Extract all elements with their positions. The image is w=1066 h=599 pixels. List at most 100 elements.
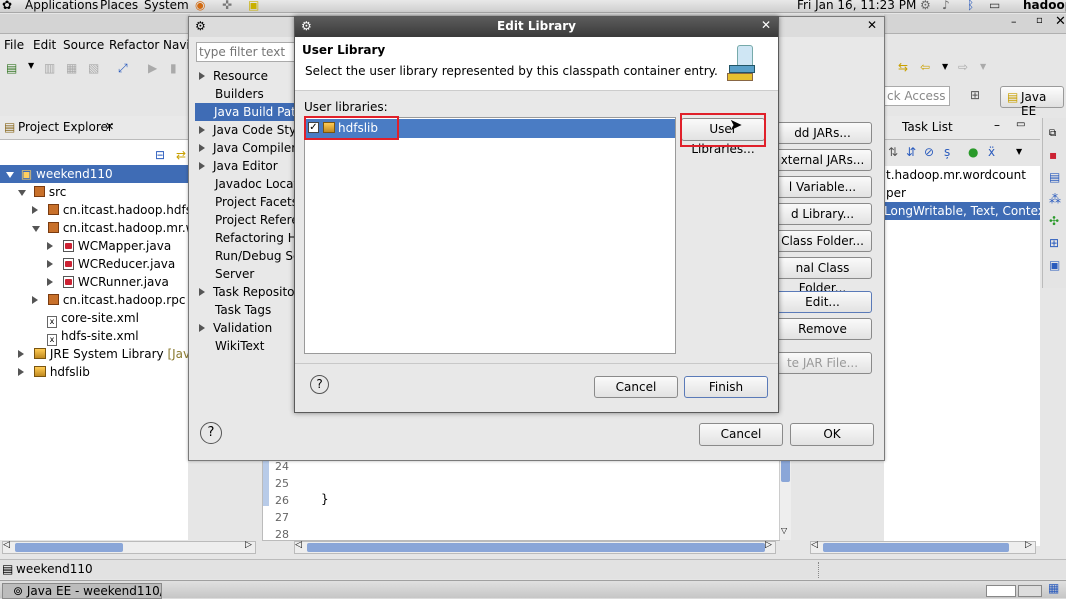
tree-hdfslib[interactable]: hdfslib bbox=[18, 363, 90, 381]
skip-breakpoints-icon[interactable]: ⤢ bbox=[118, 61, 128, 76]
remove-button[interactable]: Remove bbox=[773, 318, 872, 340]
system-menu[interactable]: System bbox=[144, 0, 189, 11]
workspace-2[interactable] bbox=[1018, 585, 1042, 597]
tree-file-hdfs-site[interactable]: x hdfs-site.xml bbox=[47, 327, 139, 346]
link-editor-icon[interactable]: ⇄ bbox=[176, 148, 186, 162]
open-perspective-icon[interactable]: ⊞ bbox=[970, 88, 980, 102]
scroll-right-icon[interactable]: ▷ bbox=[245, 540, 252, 550]
view-menu-icon[interactable]: ▼ bbox=[1016, 147, 1022, 156]
category-validation[interactable]: Validation bbox=[199, 319, 272, 337]
last-edit-icon[interactable]: ⇆ bbox=[898, 60, 908, 74]
tree-package-rpc[interactable]: cn.itcast.hadoop.rpc bbox=[32, 291, 185, 309]
category-java-editor[interactable]: Java Editor bbox=[199, 157, 278, 175]
chevron-down-icon[interactable]: ▼ bbox=[942, 62, 948, 71]
hide-local-types-icon[interactable]: ẍ bbox=[988, 145, 995, 159]
new-icon[interactable]: ▤ bbox=[6, 61, 17, 75]
editor-vscrollbar[interactable]: ▽ bbox=[779, 456, 791, 540]
tree-file-core-site[interactable]: x core-site.xml bbox=[47, 309, 139, 328]
tree-file-wcrunner[interactable]: WCRunner.java bbox=[47, 273, 169, 291]
expand-icon[interactable] bbox=[18, 190, 26, 196]
scroll-thumb[interactable] bbox=[307, 543, 765, 552]
code-editor[interactable]: 24 25 26 27 28 } ▽ bbox=[262, 455, 791, 541]
explorer-hscrollbar[interactable]: ◁ ▷ bbox=[2, 540, 256, 554]
servers-icon[interactable]: ▪ bbox=[1049, 148, 1057, 162]
scroll-left-icon[interactable]: ◁ bbox=[3, 540, 10, 550]
scroll-thumb[interactable] bbox=[15, 543, 123, 552]
add-class-folder-button[interactable]: Class Folder... bbox=[773, 230, 872, 252]
migrate-jar-file-button[interactable]: te JAR File... bbox=[773, 352, 872, 374]
workspace-1[interactable] bbox=[986, 585, 1016, 597]
help-icon[interactable]: ? bbox=[200, 422, 222, 444]
scroll-thumb[interactable] bbox=[781, 458, 790, 482]
outline-item-class[interactable]: per bbox=[886, 184, 906, 202]
scroll-down-icon[interactable]: ▽ bbox=[781, 526, 787, 535]
project-explorer-tab[interactable]: Project Explorer bbox=[18, 120, 113, 134]
expand-icon[interactable] bbox=[47, 260, 53, 268]
menu-navigate[interactable]: Navi bbox=[163, 38, 190, 52]
maximize-icon[interactable]: ▫ bbox=[1036, 15, 1043, 26]
expand-icon[interactable] bbox=[6, 172, 14, 178]
tree-file-wcreducer[interactable]: WCReducer.java bbox=[47, 255, 175, 273]
tree-jre-library[interactable]: JRE System Library [JavaSE bbox=[18, 345, 213, 363]
add-external-class-folder-button[interactable]: nal Class Folder... bbox=[773, 257, 872, 295]
chevron-down-icon[interactable]: ▼ bbox=[28, 61, 34, 70]
close-icon[interactable]: ✕ bbox=[1055, 14, 1066, 29]
menu-file[interactable]: File bbox=[4, 38, 24, 52]
taskbar-eclipse-window[interactable]: ⊚ Java EE - weekend110/... bbox=[2, 583, 162, 599]
hide-fields-icon[interactable]: ⊘ bbox=[924, 145, 934, 159]
menu-source[interactable]: Source bbox=[63, 38, 104, 52]
category-java-build-path[interactable]: Java Build Path bbox=[195, 103, 303, 121]
scroll-right-icon[interactable]: ▷ bbox=[765, 540, 772, 550]
outline-item-package[interactable]: t.hadoop.mr.wordcount bbox=[886, 166, 1026, 184]
category-builders[interactable]: Builders bbox=[215, 85, 264, 103]
maximize-icon[interactable]: ▭ bbox=[1016, 119, 1025, 130]
suspend-icon[interactable]: ▮ bbox=[170, 61, 177, 75]
forward-icon[interactable]: ⇨ bbox=[958, 60, 968, 74]
save-all-icon[interactable]: ▦ bbox=[66, 61, 77, 75]
minimize-icon[interactable]: – bbox=[1011, 15, 1017, 28]
filter-input[interactable] bbox=[197, 43, 297, 61]
expand-icon[interactable] bbox=[18, 350, 24, 358]
places-menu[interactable]: Places bbox=[100, 0, 138, 11]
back-icon[interactable]: ⇦ bbox=[920, 60, 930, 74]
bluetooth-icon[interactable]: ᛒ bbox=[967, 0, 974, 11]
quick-access-input[interactable]: ck Access bbox=[884, 86, 950, 106]
hide-nonpublic-icon[interactable]: ● bbox=[968, 145, 978, 159]
properties-ok-button[interactable]: OK bbox=[790, 423, 874, 446]
search-icon[interactable]: ⊞ bbox=[1049, 236, 1059, 250]
minimize-icon[interactable]: – bbox=[994, 118, 1000, 132]
expand-icon[interactable] bbox=[47, 278, 53, 286]
expand-icon[interactable] bbox=[32, 296, 38, 304]
trash-icon[interactable]: ▦ bbox=[1048, 581, 1059, 595]
tree-project-weekend110[interactable]: ▣ weekend110 bbox=[0, 165, 188, 183]
display-icon[interactable]: ▭ bbox=[989, 0, 1000, 11]
network-icon[interactable]: ⚙ bbox=[920, 0, 931, 11]
category-project-facets[interactable]: Project Facets bbox=[215, 193, 298, 211]
volume-icon[interactable]: ♪ bbox=[942, 0, 950, 11]
task-list-tab[interactable]: Task List bbox=[902, 120, 953, 134]
sort-icon[interactable]: ⇅ bbox=[888, 145, 898, 159]
properties-cancel-button[interactable]: Cancel bbox=[699, 423, 783, 446]
save-icon[interactable]: ▥ bbox=[44, 61, 55, 75]
scroll-left-icon[interactable]: ◁ bbox=[811, 540, 818, 550]
close-icon[interactable]: ✕ bbox=[867, 18, 877, 32]
expand-icon[interactable] bbox=[32, 226, 40, 232]
chevron-down-icon[interactable]: ▼ bbox=[980, 62, 986, 71]
add-variable-button[interactable]: l Variable... bbox=[773, 176, 872, 198]
scroll-right-icon[interactable]: ▷ bbox=[1025, 540, 1032, 550]
notes-icon[interactable]: ▣ bbox=[248, 0, 259, 11]
applications-menu[interactable]: Applications bbox=[25, 0, 98, 11]
menu-refactor[interactable]: Refactor bbox=[109, 38, 159, 52]
user-libraries-list[interactable]: ✓ hdfslib bbox=[304, 117, 676, 354]
close-icon[interactable]: ✕ bbox=[761, 18, 771, 32]
editor-hscrollbar[interactable]: ◁ ▷ bbox=[294, 540, 776, 554]
add-jars-button[interactable]: dd JARs... bbox=[773, 122, 872, 144]
properties-icon[interactable]: ▣ bbox=[1049, 258, 1060, 272]
category-java-compiler[interactable]: Java Compiler bbox=[199, 139, 296, 157]
markers-icon[interactable]: ▤ bbox=[1049, 170, 1060, 184]
console-icon[interactable]: ⁂ bbox=[1049, 192, 1061, 206]
close-view-icon[interactable]: ✕ bbox=[105, 120, 114, 133]
expand-icon[interactable] bbox=[18, 368, 24, 376]
tree-file-wcmapper[interactable]: WCMapper.java bbox=[47, 237, 171, 255]
outline-hscrollbar[interactable]: ◁ ▷ bbox=[810, 540, 1036, 554]
